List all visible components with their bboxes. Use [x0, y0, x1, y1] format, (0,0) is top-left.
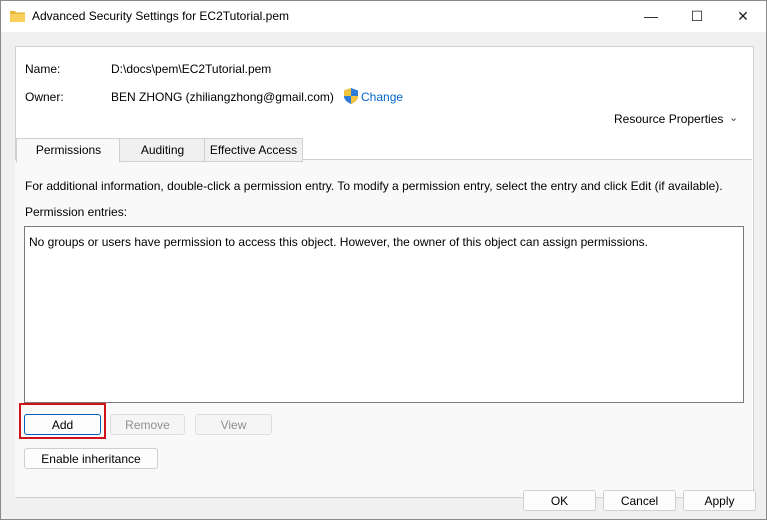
remove-button[interactable]: Remove [110, 414, 185, 435]
name-value: D:\docs\pem\EC2Tutorial.pem [111, 62, 272, 76]
tab-effective-access[interactable]: Effective Access [204, 138, 303, 162]
advanced-security-settings-window: Advanced Security Settings for EC2Tutori… [0, 0, 767, 520]
tab-auditing[interactable]: Auditing [119, 138, 206, 162]
tab-permissions[interactable]: Permissions [16, 138, 121, 163]
add-button[interactable]: Add [24, 414, 101, 435]
minimize-icon[interactable]: — [628, 1, 674, 32]
uac-shield-icon [344, 88, 358, 104]
ok-button[interactable]: OK [523, 490, 596, 511]
enable-inheritance-button[interactable]: Enable inheritance [24, 448, 158, 469]
resource-properties-toggle[interactable]: Resource Properties [614, 112, 723, 126]
instructions-text: For additional information, double-click… [25, 179, 723, 193]
title-bar: Advanced Security Settings for EC2Tutori… [1, 1, 766, 32]
empty-list-message: No groups or users have permission to ac… [29, 235, 648, 249]
dialog-body: Name: D:\docs\pem\EC2Tutorial.pem Owner:… [1, 32, 766, 519]
chevron-down-icon[interactable]: ⌄ [729, 111, 738, 124]
apply-button[interactable]: Apply [683, 490, 756, 511]
permission-entries-label: Permission entries: [25, 205, 128, 219]
owner-label: Owner: [25, 90, 64, 104]
cancel-button[interactable]: Cancel [603, 490, 676, 511]
owner-value: BEN ZHONG (zhiliangzhong@gmail.com) [111, 90, 334, 104]
permission-entries-list[interactable]: No groups or users have permission to ac… [24, 226, 744, 403]
folder-icon [10, 11, 25, 22]
view-button[interactable]: View [195, 414, 272, 435]
change-owner-link[interactable]: Change [361, 90, 403, 104]
name-label: Name: [25, 62, 61, 76]
window-title: Advanced Security Settings for EC2Tutori… [32, 9, 290, 23]
close-icon[interactable]: ✕ [720, 1, 766, 32]
maximize-icon[interactable]: ☐ [674, 1, 720, 32]
